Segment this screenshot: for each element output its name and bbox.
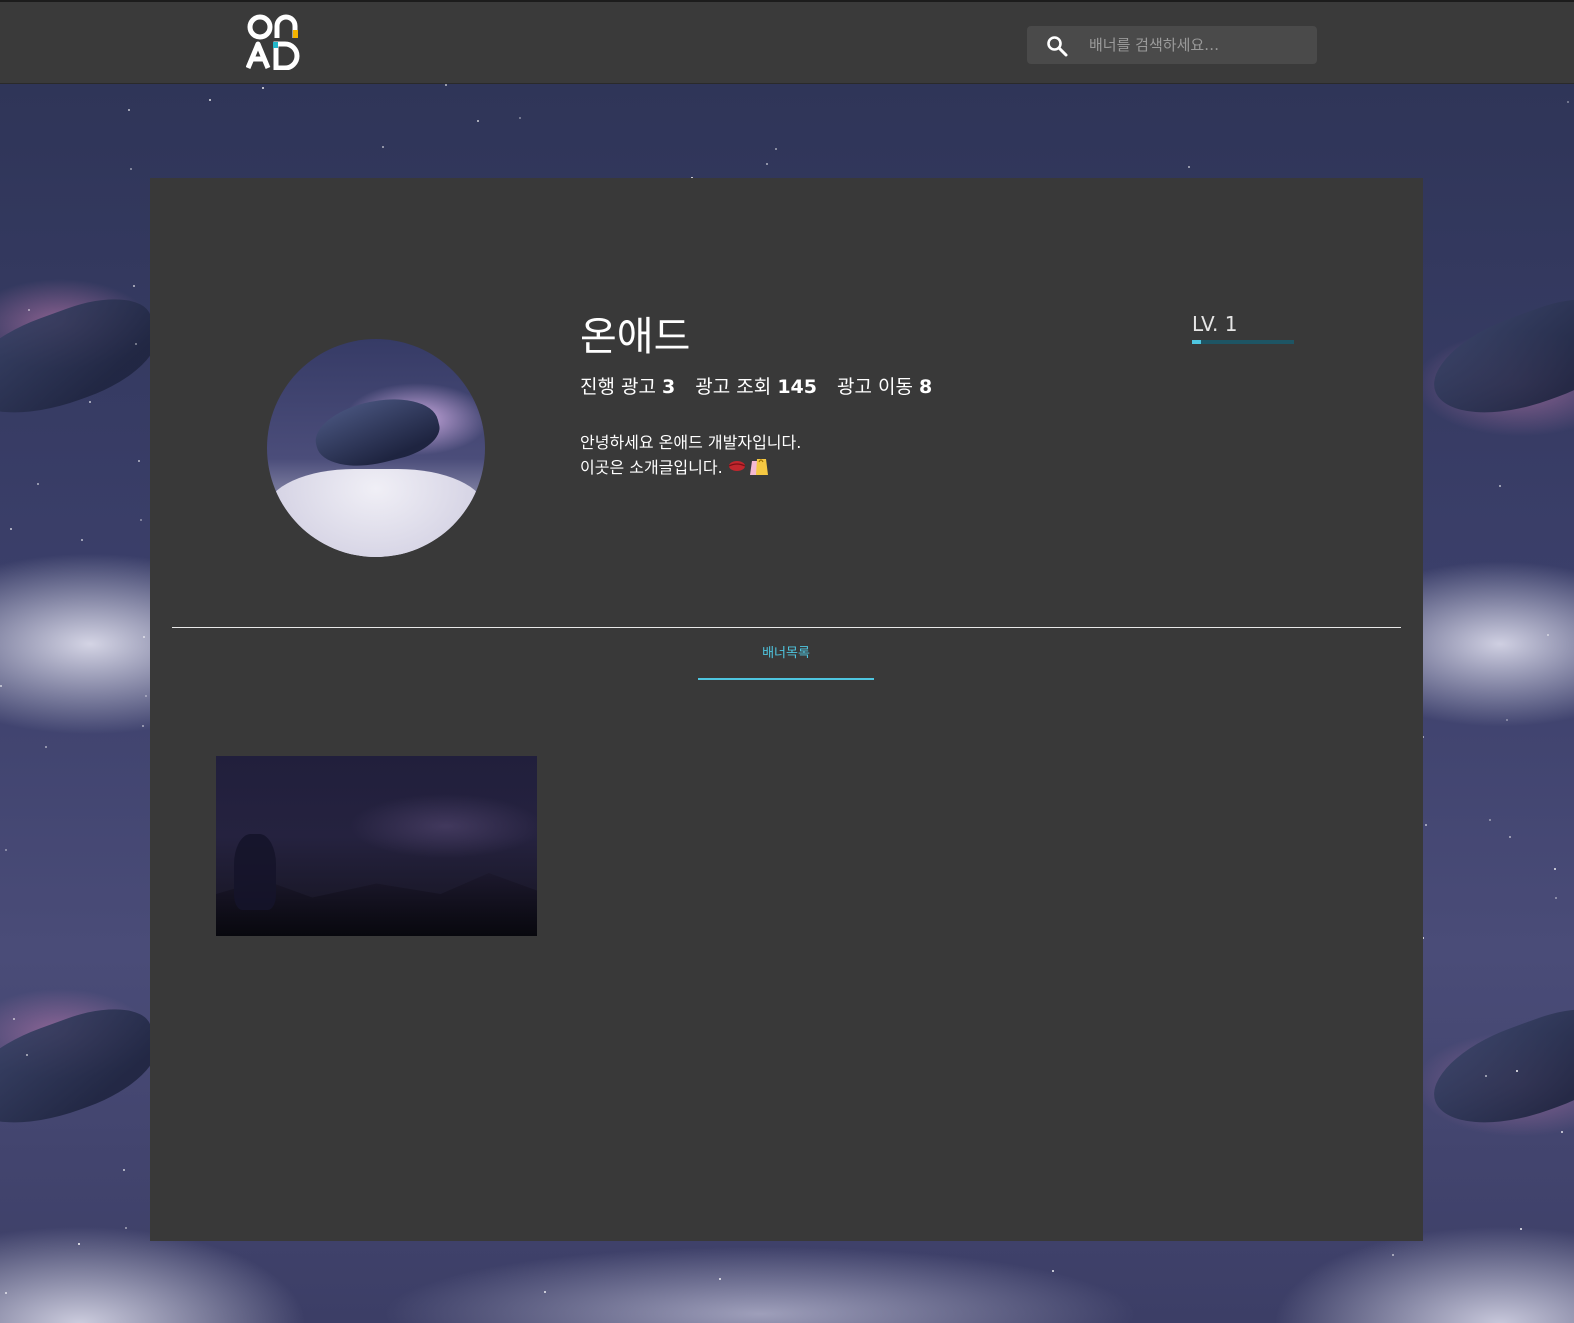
stat-value: 3: [662, 376, 676, 398]
background-star: [766, 163, 768, 165]
background-star: [477, 120, 479, 122]
background-star: [1392, 1254, 1394, 1256]
background-star: [1489, 819, 1491, 821]
background-star: [78, 1243, 80, 1245]
background-star: [382, 146, 384, 148]
section-divider: [172, 627, 1401, 628]
background-star: [719, 1278, 721, 1280]
background-star: [89, 401, 91, 403]
profile-card: 온애드 진행 광고 3 광고 조회 145 광고 이동 8 안녕하세요 온애드 …: [150, 178, 1423, 1241]
lips-and-shopping-bags-icon: [728, 459, 768, 475]
avatar: [267, 339, 485, 557]
background-star: [123, 1169, 125, 1171]
background-star: [519, 117, 521, 119]
profile-stats: 진행 광고 3 광고 조회 145 광고 이동 8: [580, 372, 946, 399]
background-star: [135, 343, 137, 345]
background-star: [145, 695, 147, 697]
tab-banner-list[interactable]: 배너목록: [698, 640, 874, 680]
onad-logo-icon: [245, 14, 300, 71]
intro-emoji: [728, 456, 770, 483]
onad-logo[interactable]: [245, 12, 304, 71]
background-star: [5, 1292, 7, 1294]
background-star: [445, 84, 447, 86]
background-star: [45, 746, 47, 748]
stat-label: 광고 이동: [837, 376, 913, 398]
background-whale-left-bottom: [0, 992, 170, 1146]
background-star: [544, 1291, 546, 1293]
avatar-cloud-image: [267, 469, 485, 557]
background-star: [1547, 634, 1549, 636]
intro-line-1: 안녕하세요 온애드 개발자입니다.: [580, 433, 802, 452]
top-navigation-bar: [0, 0, 1574, 84]
stat-ad-clicks: 광고 이동 8: [837, 372, 932, 399]
search-icon[interactable]: [1045, 34, 1069, 58]
stat-active-ads: 진행 광고 3: [580, 372, 675, 399]
banner-figure: [234, 834, 276, 910]
background-whale-left-top: [0, 282, 170, 436]
background-star: [128, 109, 130, 111]
background-star: [1506, 719, 1508, 721]
background-star: [1567, 101, 1569, 103]
background-star: [1561, 1131, 1563, 1133]
stat-label: 광고 조회: [695, 376, 772, 398]
background-star: [130, 168, 132, 170]
background-star: [26, 1054, 28, 1056]
background-star: [5, 849, 7, 851]
background-star: [1520, 1228, 1522, 1230]
background-star: [0, 685, 2, 687]
background-star: [775, 148, 777, 150]
stat-label: 진행 광고: [580, 376, 656, 398]
background-star: [1516, 1070, 1518, 1072]
stat-value: 145: [777, 376, 817, 398]
stat-value: 8: [919, 376, 933, 398]
stat-ad-views: 광고 조회 145: [695, 372, 817, 399]
background-star: [1485, 1075, 1487, 1077]
background-star: [28, 309, 30, 311]
background-star: [1509, 836, 1511, 838]
tab-banner-list-label: 배너목록: [762, 646, 810, 661]
background-star: [262, 87, 264, 89]
background-star: [1554, 868, 1556, 870]
intro-line-2: 이곳은 소개글입니다.: [580, 455, 801, 483]
background-star: [143, 636, 145, 638]
background-whale-right-bottom: [1420, 992, 1574, 1146]
avatar-whale-image: [309, 386, 445, 478]
level-progress-fill: [1192, 340, 1202, 344]
background-star: [1499, 485, 1501, 487]
background-star: [125, 1227, 127, 1229]
tab-active-indicator: [698, 678, 874, 680]
banner-thumbnail[interactable]: [216, 756, 537, 936]
background-star: [37, 483, 39, 485]
background-star: [1052, 1270, 1054, 1272]
background-whale-right-top: [1420, 282, 1574, 436]
background-star: [209, 99, 211, 101]
background-star: [1425, 824, 1427, 826]
search-bar: [1027, 26, 1317, 64]
profile-name: 온애드: [580, 314, 691, 360]
background-star: [1188, 166, 1190, 168]
search-input[interactable]: [1089, 26, 1309, 64]
level-progress-bar: [1192, 340, 1294, 344]
background-star: [138, 460, 140, 462]
profile-introduction: 안녕하세요 온애드 개발자입니다. 이곳은 소개글입니다.: [580, 430, 801, 483]
background-star: [140, 519, 142, 521]
background-star: [10, 528, 12, 530]
intro-line-2-text: 이곳은 소개글입니다.: [580, 458, 723, 477]
background-star: [1555, 897, 1557, 899]
background-star: [133, 285, 135, 287]
level-label: LV. 1: [1192, 312, 1238, 336]
background-star: [81, 539, 83, 541]
background-star: [142, 725, 144, 727]
background-star: [13, 1018, 15, 1020]
